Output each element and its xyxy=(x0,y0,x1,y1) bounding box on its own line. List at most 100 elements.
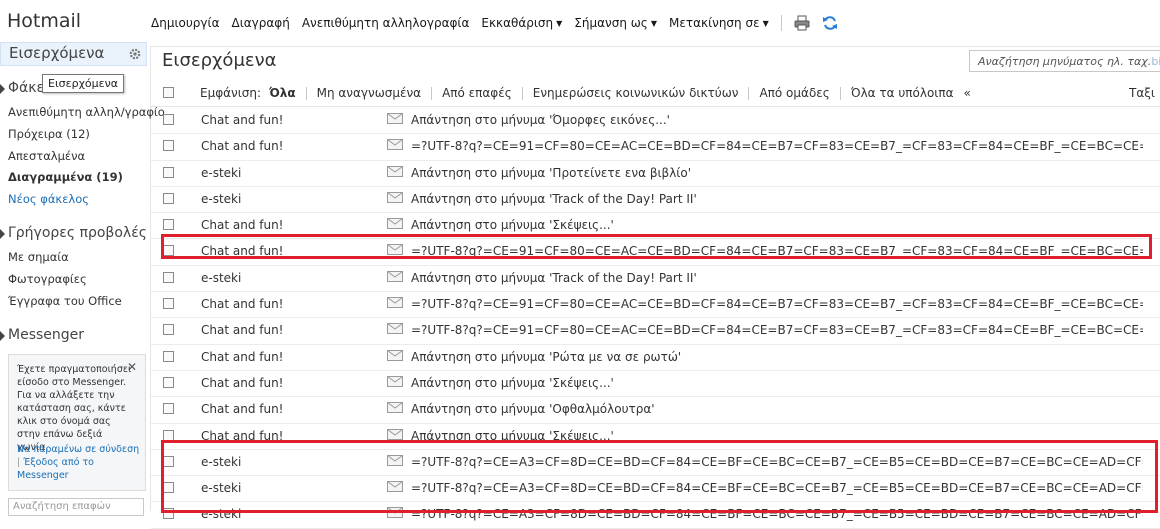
row-checkbox[interactable] xyxy=(163,271,174,283)
row-sender: Chat and fun! xyxy=(201,428,284,443)
row-subject[interactable]: Απάντηση στο μήνυμα 'Όμορφες εικόνες...' xyxy=(411,113,1143,127)
collapse-messenger-icon[interactable] xyxy=(0,331,5,341)
row-subject[interactable]: Απάντηση στο μήνυμα 'Track of the Day! P… xyxy=(411,271,1143,285)
sidebar-item-deleted[interactable]: Διαγραμμένα (19) xyxy=(8,170,123,184)
row-checkbox[interactable] xyxy=(163,455,174,467)
row-checkbox[interactable] xyxy=(163,482,174,494)
search-input[interactable]: Αναζήτηση μηνύματος ηλ. ταχ.bing xyxy=(969,50,1160,72)
row-subject[interactable]: =?UTF-8?q?=CE=91=CF=80=CE=AC=CE=BD=CF=84… xyxy=(411,139,1143,153)
table-row[interactable]: Chat and fun! =?UTF-8?q?=CE=91=CF=80=CE=A… xyxy=(151,239,1160,266)
sign-out-messenger-link[interactable]: Έξοδος από το Messenger xyxy=(17,457,94,481)
new-button[interactable]: Δημιουργία xyxy=(151,16,219,30)
row-sender: Chat and fun! xyxy=(201,297,284,312)
sidebar-item-drafts[interactable]: Πρόχειρα (12) xyxy=(8,127,90,141)
row-checkbox[interactable] xyxy=(163,376,174,388)
table-row[interactable]: Chat and fun! =?UTF-8?q?=CE=91=CF=80=CE=A… xyxy=(151,318,1160,345)
collapse-folders-icon[interactable] xyxy=(0,84,5,94)
stay-signed-in-link[interactable]: Να παραμένω σε σύνδεση xyxy=(17,444,139,455)
row-checkbox[interactable] xyxy=(163,324,174,336)
row-checkbox[interactable] xyxy=(163,114,174,125)
filter-from-groups[interactable]: Από ομάδες xyxy=(759,86,829,100)
table-row[interactable]: Chat and fun! Απάντηση στο μήνυμα 'Όμορφε… xyxy=(151,108,1160,135)
sidebar-item-sent[interactable]: Απεσταλμένα xyxy=(8,149,85,163)
row-subject[interactable]: =?UTF-8?q?=CE=91=CF=80=CE=AC=CE=BD=CF=84… xyxy=(411,297,1143,311)
row-checkbox[interactable] xyxy=(163,350,174,362)
row-sender: Chat and fun! xyxy=(201,323,284,338)
sidebar-item-flagged[interactable]: Με σημαία xyxy=(8,250,69,264)
filter-unread[interactable]: Μη αναγνωσμένα xyxy=(317,86,422,100)
sidebar-item-photos[interactable]: Φωτογραφίες xyxy=(8,272,87,286)
row-subject[interactable]: Απάντηση στο μήνυμα 'Προτείνετε ενα βιβλ… xyxy=(411,166,1143,180)
filter-everything-else[interactable]: Όλα τα υπόλοιπα xyxy=(851,86,954,100)
sidebar-item-junk[interactable]: Ανεπιθύμητη αλληλ/γραφίο xyxy=(8,105,165,119)
quick-views-title[interactable]: Γρήγορες προβολές xyxy=(8,225,147,241)
row-subject[interactable]: =?UTF-8?q?=CE=91=CF=80=CE=AC=CE=BD=CF=84… xyxy=(411,244,1143,258)
row-checkbox[interactable] xyxy=(163,508,174,520)
table-row[interactable]: e-steki Απάντηση στο μήνυμα 'Προτείνετε ε… xyxy=(151,161,1160,187)
print-icon[interactable] xyxy=(792,13,812,33)
row-subject[interactable]: Απάντηση στο μήνυμα 'Σκέψεις...' xyxy=(411,429,1143,443)
row-subject[interactable]: Απάντηση στο μήνυμα 'Ρώτα με να σε ρωτώ' xyxy=(411,350,1143,364)
folders-title[interactable]: Φάκε xyxy=(8,80,44,96)
row-sender: e-steki xyxy=(201,165,242,180)
move-to-button-label: Μετακίνηση σε xyxy=(669,16,760,30)
junk-button[interactable]: Ανεπιθύμητη αλληλογραφία xyxy=(302,16,470,30)
delete-button[interactable]: Διαγραφή xyxy=(231,16,289,30)
inbox-header-label: Εισερχόμενα xyxy=(9,44,105,62)
envelope-icon xyxy=(387,190,403,206)
junk-button-label: Ανεπιθύμητη αλληλογραφία xyxy=(301,16,470,30)
filter-all[interactable]: Όλα xyxy=(269,86,296,100)
row-subject[interactable]: Απάντηση στο μήνυμα 'Οφθαλμόλουτρα' xyxy=(411,402,1143,416)
table-row[interactable]: e-steki Απάντηση στο μήνυμα 'Track of the… xyxy=(151,266,1160,293)
row-sender: e-steki xyxy=(201,507,242,522)
sweep-button[interactable]: Εκκαθάριση ▼ xyxy=(481,16,562,30)
messenger-title[interactable]: Messenger xyxy=(8,327,84,343)
table-row[interactable]: Chat and fun! =?UTF-8?q?=CE=91=CF=80=CE=A… xyxy=(151,134,1160,161)
table-row[interactable]: e-steki Απάντηση στο μήνυμα 'Track of the… xyxy=(151,187,1160,214)
table-row[interactable]: Chat and fun! Απάντηση στο μήνυμα 'Σκέψει… xyxy=(151,213,1160,240)
row-subject[interactable]: =?UTF-8?q?=CE=91=CF=80=CE=AC=CE=BD=CF=84… xyxy=(411,323,1143,337)
table-row[interactable]: Chat and fun! Απάντηση στο μήνυμα 'Σκέψει… xyxy=(151,424,1160,450)
row-checkbox[interactable] xyxy=(163,298,174,310)
sidebar-item-office-docs[interactable]: Έγγραφα του Office xyxy=(8,294,122,308)
toolbar-divider xyxy=(780,15,782,31)
mark-as-button[interactable]: Σήμανση ως ▼ xyxy=(574,16,657,30)
table-row[interactable]: Chat and fun! Απάντηση στο μήνυμα 'Ρώτα μ… xyxy=(151,345,1160,371)
table-row[interactable]: e-steki =?UTF-8?q?=CE=A3=CF=8D=CE=BD=CF=8… xyxy=(151,476,1160,503)
app-logo[interactable]: Hotmail xyxy=(7,10,81,32)
table-row[interactable]: Chat and fun! =?UTF-8?q?=CE=91=CF=80=CE=A… xyxy=(151,292,1160,319)
bing-logo: bing xyxy=(1151,55,1160,68)
refresh-icon[interactable] xyxy=(820,13,840,33)
filter-from-contacts[interactable]: Από επαφές xyxy=(442,86,512,100)
row-subject[interactable]: =?UTF-8?q?=CE=A3=CF=8D=CE=BD=CF=84=CE=BF… xyxy=(411,507,1143,521)
row-checkbox[interactable] xyxy=(163,219,174,231)
table-row[interactable]: e-steki =?UTF-8?q?=CE=A3=CF=8D=CE=BD=CF=8… xyxy=(151,450,1160,477)
row-checkbox[interactable] xyxy=(163,192,174,204)
row-checkbox[interactable] xyxy=(163,245,174,257)
row-subject[interactable]: =?UTF-8?q?=CE=A3=CF=8D=CE=BD=CF=84=CE=BF… xyxy=(411,455,1143,469)
table-row[interactable]: Chat and fun! Απάντηση στο μήνυμα 'Σκέψει… xyxy=(151,371,1160,398)
filter-social-updates[interactable]: Ενημερώσεις κοινωνικών δικτύων xyxy=(533,86,739,100)
row-checkbox[interactable] xyxy=(163,166,174,178)
row-subject[interactable]: =?UTF-8?q?=CE=A3=CF=8D=CE=BD=CF=84=CE=BF… xyxy=(411,481,1143,495)
contacts-search-input[interactable]: Αναζήτηση επαφών xyxy=(8,498,144,516)
row-sender: e-steki xyxy=(201,454,242,469)
row-checkbox[interactable] xyxy=(163,140,174,152)
sort-dropdown[interactable]: Ταξι xyxy=(1129,86,1155,100)
message-list-pane: Εισερχόμενα Αναζήτηση μηνύματος ηλ. ταχ.… xyxy=(151,46,1160,529)
row-subject[interactable]: Απάντηση στο μήνυμα 'Σκέψεις...' xyxy=(411,218,1143,232)
gear-icon[interactable] xyxy=(128,46,142,65)
move-to-button[interactable]: Μετακίνηση σε ▼ xyxy=(669,16,769,30)
row-subject[interactable]: Απάντηση στο μήνυμα 'Track of the Day! P… xyxy=(411,192,1143,206)
row-checkbox[interactable] xyxy=(163,429,174,441)
inbox-header[interactable]: Εισερχόμενα xyxy=(0,42,147,66)
collapse-filters-icon[interactable]: « xyxy=(964,86,971,100)
table-row[interactable]: e-steki =?UTF-8?q?=CE=A3=CF=8D=CE=BD=CF=8… xyxy=(151,502,1160,529)
select-all-checkbox[interactable] xyxy=(163,87,174,98)
new-folder-link[interactable]: Νέος φάκελος xyxy=(8,192,89,206)
table-row[interactable]: Chat and fun! Απάντηση στο μήνυμα 'Οφθαλμ… xyxy=(151,397,1160,424)
row-checkbox[interactable] xyxy=(163,403,174,415)
row-subject[interactable]: Απάντηση στο μήνυμα 'Σκέψεις...' xyxy=(411,376,1143,390)
collapse-quickviews-icon[interactable] xyxy=(0,229,5,239)
envelope-icon xyxy=(387,269,403,285)
